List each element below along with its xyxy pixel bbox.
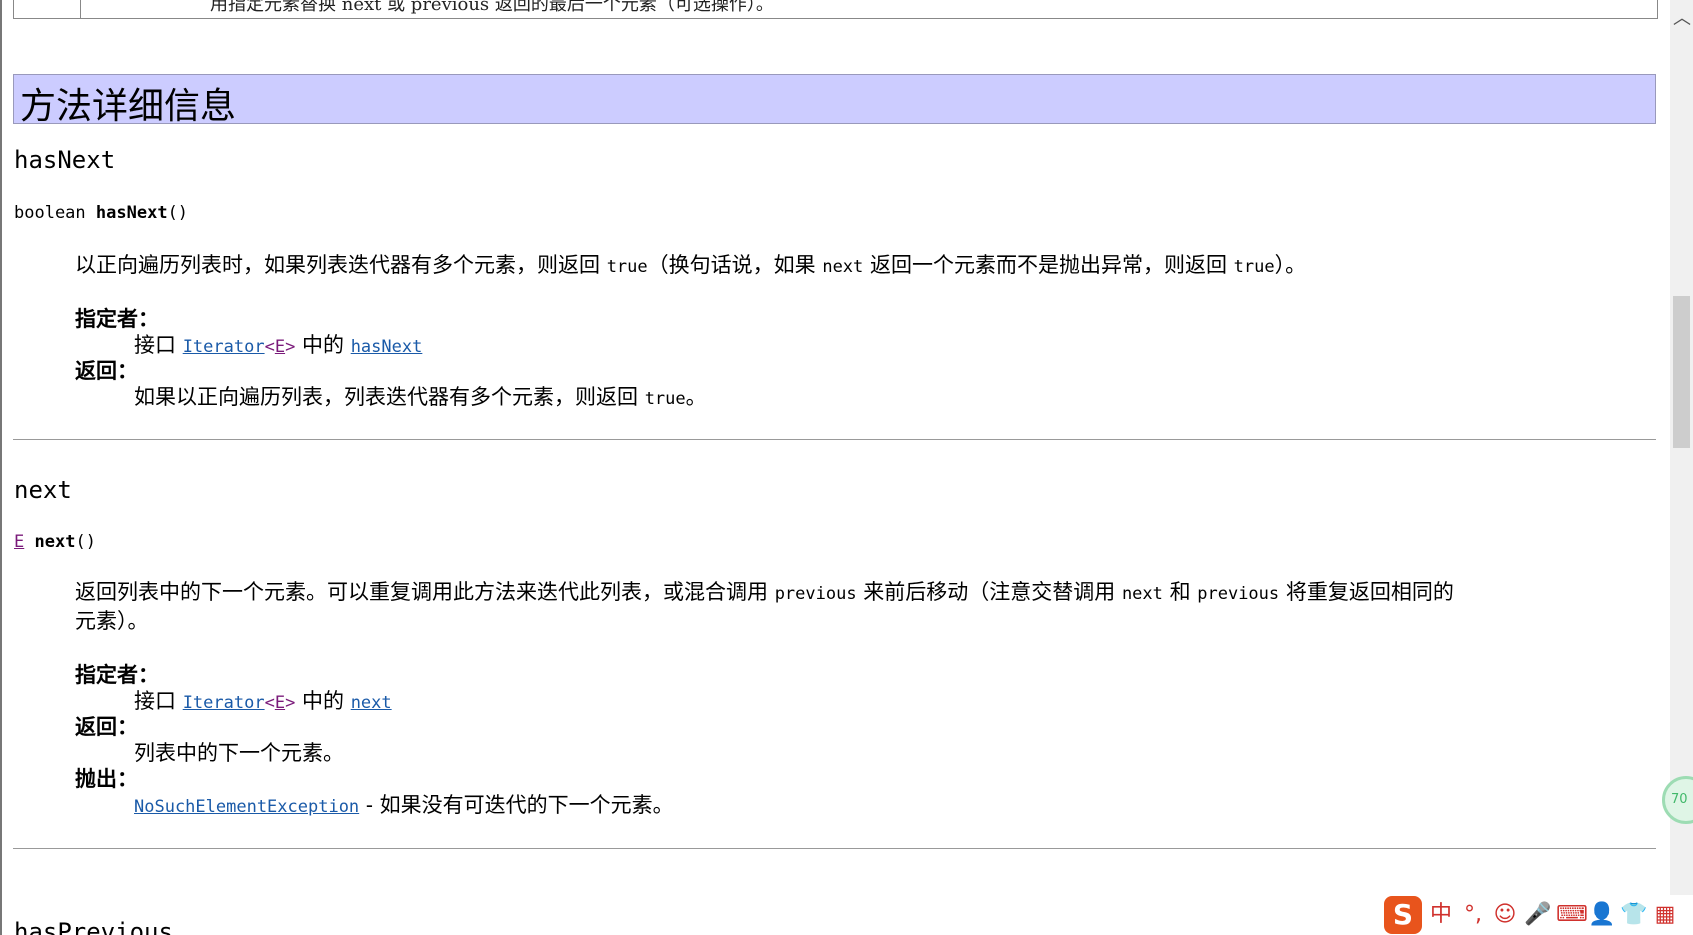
desc-text: 和: [1162, 580, 1198, 604]
method-separator: [13, 848, 1656, 849]
iterator-link[interactable]: Iterator: [183, 693, 265, 713]
scroll-up-arrow-icon[interactable]: ︿: [1673, 10, 1691, 28]
method-sig-params: (): [75, 532, 96, 552]
document-page: 用指定元素替换 next 或 previous 返回的最后一个元素（可选操作）。…: [0, 0, 1672, 935]
ime-toolbar: S 中 °, ☺ 🎤 ⌨ 👤 👕 ▦: [1382, 895, 1693, 935]
method-sig-name: next: [34, 532, 76, 552]
method-detail-header: 方法详细信息: [13, 74, 1656, 127]
returns-value: 列表中的下一个元素。: [134, 741, 344, 765]
code-true: true: [606, 257, 648, 277]
punctuation-icon[interactable]: °,: [1460, 896, 1486, 934]
desc-text: ）。: [1274, 253, 1307, 277]
user-icon[interactable]: 👤: [1588, 896, 1615, 934]
type-param-e-link[interactable]: E: [275, 693, 285, 713]
returns-label: 返回：: [75, 358, 138, 383]
type-param-open: <: [264, 337, 275, 357]
spec-mid: 中的: [295, 333, 351, 357]
microphone-icon[interactable]: 🎤: [1524, 896, 1551, 934]
code-previous: previous: [774, 584, 857, 604]
desc-text: 返回列表中的下一个元素。可以重复调用此方法来迭代此列表，或混合调用: [75, 580, 775, 604]
grid-menu-icon[interactable]: ▦: [1652, 896, 1678, 934]
method-separator: [13, 439, 1656, 440]
returns-value: 如果以正向遍历列表，列表迭代器有多个元素，则返回 true。: [134, 381, 707, 411]
code-next: next: [1121, 584, 1163, 604]
code-true: true: [1233, 257, 1275, 277]
type-param-e-link[interactable]: E: [275, 337, 285, 357]
returns-text: 。: [685, 385, 707, 409]
spec-mid: 中的: [295, 689, 351, 713]
iterator-link[interactable]: Iterator: [183, 337, 265, 357]
code-previous: previous: [1197, 584, 1280, 604]
sogou-logo-icon[interactable]: S: [1384, 896, 1422, 934]
return-type: boolean: [14, 203, 86, 223]
table-column-divider: [80, 0, 81, 18]
summary-row-text: 用指定元素替换 next 或 previous 返回的最后一个元素（可选操作）。: [210, 0, 774, 15]
skin-icon[interactable]: 👕: [1620, 896, 1647, 934]
return-type-e-link[interactable]: E: [14, 532, 24, 552]
throws-text: - 如果没有可迭代的下一个元素。: [359, 793, 674, 817]
next-method-link[interactable]: next: [351, 693, 392, 713]
code-true: true: [644, 389, 686, 409]
specified-by-value: 接口 Iterator<E> 中的 next: [134, 685, 392, 715]
method-heading-hasprevious-partial: hasPrevious: [14, 918, 173, 935]
code-next: next: [822, 257, 864, 277]
type-param-close: >: [285, 337, 296, 357]
desc-text: 返回一个元素而不是抛出异常，则返回: [863, 253, 1234, 277]
emoji-icon[interactable]: ☺: [1492, 896, 1518, 934]
desc-text: 将重复返回相同的: [1279, 580, 1454, 604]
method-description-next: 返回列表中的下一个元素。可以重复调用此方法来迭代此列表，或混合调用 previo…: [75, 579, 1655, 635]
scroll-thumb[interactable]: [1673, 296, 1690, 448]
desc-text: 以正向遍历列表时，如果列表迭代器有多个元素，则返回: [75, 253, 607, 277]
method-signature-next: E next(): [14, 532, 96, 552]
section-title: 方法详细信息: [20, 86, 237, 127]
method-sig-name: hasNext: [95, 203, 168, 223]
keyboard-icon[interactable]: ⌨: [1556, 896, 1588, 934]
returns-text: 如果以正向遍历列表，列表迭代器有多个元素，则返回: [134, 385, 645, 409]
specified-by-value: 接口 Iterator<E> 中的 hasNext: [134, 329, 422, 359]
returns-label: 返回：: [75, 714, 138, 739]
method-summary-table-row: 用指定元素替换 next 或 previous 返回的最后一个元素（可选操作）。: [13, 0, 1658, 19]
throws-value: NoSuchElementException - 如果没有可迭代的下一个元素。: [134, 789, 674, 819]
desc-line-1: 返回列表中的下一个元素。可以重复调用此方法来迭代此列表，或混合调用 previo…: [75, 579, 1655, 608]
desc-text: （换句话说，如果: [647, 253, 823, 277]
spec-prefix: 接口: [134, 689, 183, 713]
method-heading-hasnext: hasNext: [14, 146, 116, 174]
throws-label: 抛出：: [75, 766, 138, 791]
spec-prefix: 接口: [134, 333, 183, 357]
method-signature-hasnext: boolean hasNext(): [14, 203, 188, 223]
type-param-close: >: [285, 693, 296, 713]
nosuchelementexception-link[interactable]: NoSuchElementException: [134, 797, 359, 817]
type-param-open: <: [264, 693, 275, 713]
method-heading-next: next: [14, 476, 72, 504]
method-sig-params: (): [167, 203, 189, 223]
method-description-hasnext: 以正向遍历列表时，如果列表迭代器有多个元素，则返回 true（换句话说，如果 n…: [75, 252, 1655, 281]
desc-line-2: 元素）。: [75, 609, 149, 633]
chinese-mode-icon[interactable]: 中: [1428, 896, 1454, 934]
hasnext-method-link[interactable]: hasNext: [351, 337, 423, 357]
desc-text: 来前后移动（注意交替调用: [856, 580, 1122, 604]
